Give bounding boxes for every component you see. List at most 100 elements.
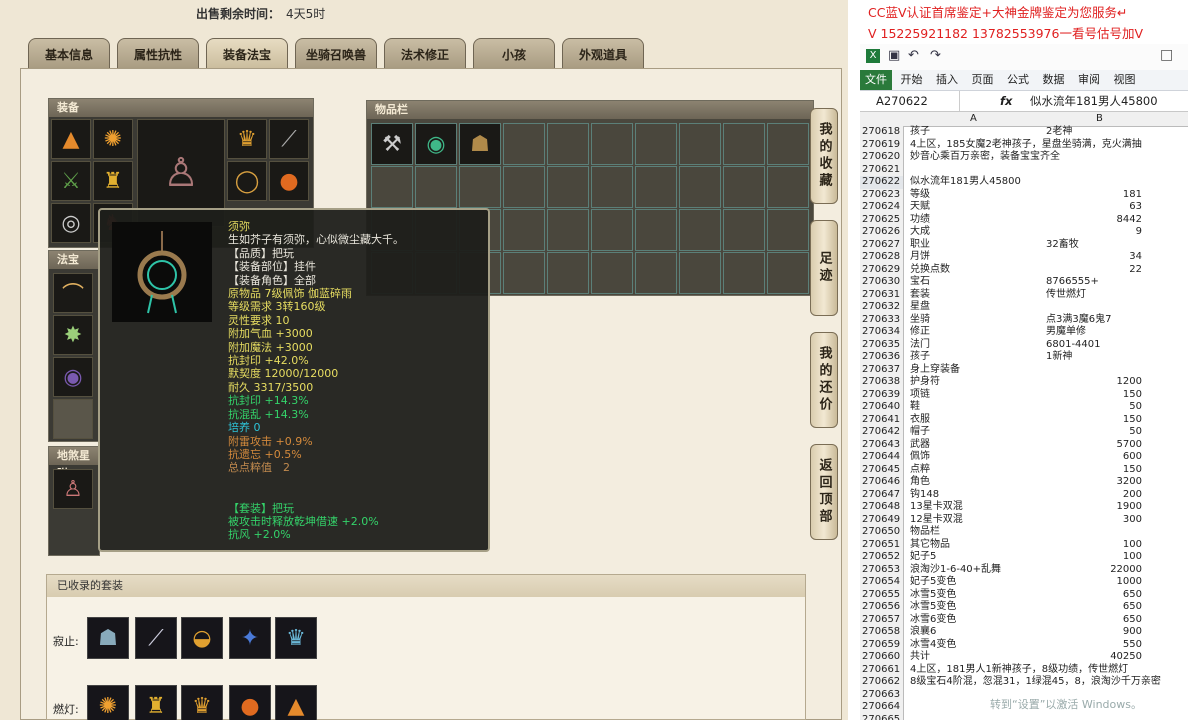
tab-appearance[interactable]: 外观道具 <box>562 38 644 68</box>
row-number[interactable]: 270654 <box>860 576 904 589</box>
my-favorites-button[interactable]: 我的收藏 <box>810 108 838 204</box>
inventory-slot[interactable] <box>591 123 633 165</box>
inventory-slot[interactable]: ◉ <box>415 123 457 165</box>
cell-a[interactable]: 妃子5变色 <box>910 576 1044 589</box>
row-number[interactable]: 270647 <box>860 488 904 501</box>
weapon-slot[interactable]: ⚔ <box>51 161 91 201</box>
row-number[interactable]: 270657 <box>860 613 904 626</box>
inventory-slot[interactable] <box>679 123 721 165</box>
row-number[interactable]: 270640 <box>860 401 904 414</box>
cell-b[interactable]: 34 <box>1046 251 1142 264</box>
inventory-slot[interactable] <box>767 252 809 294</box>
fabao-slot-2[interactable]: ✸ <box>53 315 93 355</box>
cell-b[interactable]: 900 <box>1046 626 1142 639</box>
cell-b[interactable]: 传世燃灯 <box>1046 289 1142 302</box>
cell-b[interactable]: 5700 <box>1046 439 1142 452</box>
tab-child[interactable]: 小孩 <box>473 38 555 68</box>
helmet-slot[interactable]: ▲ <box>51 119 91 159</box>
cell-a[interactable]: 似水流年181男人45800 <box>910 176 1044 189</box>
row-number[interactable]: 270653 <box>860 563 904 576</box>
cell-a[interactable]: 等级 <box>910 189 1044 202</box>
suit-item[interactable]: ✺ <box>87 685 129 720</box>
row-number[interactable]: 270620 <box>860 151 904 164</box>
cell-b[interactable]: 150 <box>1046 414 1142 427</box>
inventory-slot[interactable] <box>767 209 809 251</box>
row-number[interactable]: 270624 <box>860 201 904 214</box>
cell-a[interactable]: 职业 <box>910 239 1044 252</box>
ring-slot[interactable]: ◯ <box>227 161 267 201</box>
redo-icon[interactable]: ↷ <box>930 48 941 63</box>
cell-a[interactable]: 孩子 <box>910 126 1044 139</box>
cell-a[interactable]: 浪襄6 <box>910 626 1044 639</box>
cell-a[interactable]: 佩饰 <box>910 451 1044 464</box>
cell-a[interactable]: 兑换点数 <box>910 264 1044 277</box>
fabao-slot-1[interactable]: ⌒ <box>53 273 93 313</box>
maximize-icon[interactable]: □ <box>1160 47 1173 63</box>
cell-b[interactable]: 650 <box>1046 589 1142 602</box>
row-number[interactable]: 270621 <box>860 163 904 176</box>
cell-a[interactable]: 角色 <box>910 476 1044 489</box>
row-number[interactable]: 270648 <box>860 501 904 514</box>
cell-a[interactable]: 冰雪6变色 <box>910 614 1044 627</box>
cell-a[interactable]: 天赋 <box>910 201 1044 214</box>
row-number[interactable]: 270638 <box>860 376 904 389</box>
inventory-slot[interactable] <box>723 123 765 165</box>
cell-b[interactable]: 8766555+ <box>1046 276 1142 289</box>
pendant-slot[interactable]: ◎ <box>51 203 91 243</box>
row-number[interactable]: 270643 <box>860 438 904 451</box>
ribbon-tab-data[interactable]: 数据 <box>1038 70 1070 90</box>
inventory-slot[interactable] <box>459 166 501 208</box>
row-number[interactable]: 270663 <box>860 688 904 701</box>
cell-a[interactable]: 浪淘沙1-6-40+乱舞 <box>910 564 1044 577</box>
cell-a[interactable]: 身上穿装备 <box>910 364 1044 377</box>
row-number[interactable]: 270632 <box>860 301 904 314</box>
inventory-slot[interactable] <box>503 166 545 208</box>
inventory-slot[interactable] <box>767 166 809 208</box>
ribbon-tab-file[interactable]: 文件 <box>860 70 892 90</box>
row-number[interactable]: 270627 <box>860 238 904 251</box>
cell-b[interactable]: 男魔单修 <box>1046 326 1142 339</box>
cell-b[interactable]: 50 <box>1046 426 1142 439</box>
row-number[interactable]: 270646 <box>860 476 904 489</box>
inventory-slot[interactable] <box>635 166 677 208</box>
cell-b[interactable]: 100 <box>1046 551 1142 564</box>
suit-item[interactable]: ☗ <box>87 617 129 659</box>
cell-a[interactable]: 武器 <box>910 439 1044 452</box>
inventory-slot[interactable] <box>591 209 633 251</box>
cell-b[interactable]: 650 <box>1046 601 1142 614</box>
fabao-slot-4[interactable] <box>53 399 93 439</box>
row-number[interactable]: 270660 <box>860 651 904 664</box>
cell-b[interactable]: 550 <box>1046 639 1142 652</box>
tab-basic-info[interactable]: 基本信息 <box>28 38 110 68</box>
accessory-slot-1[interactable]: ♛ <box>227 119 267 159</box>
inventory-slot[interactable] <box>635 209 677 251</box>
cell-b[interactable]: 181 <box>1046 189 1142 202</box>
cell-a[interactable]: 护身符 <box>910 376 1044 389</box>
cell-b[interactable]: 50 <box>1046 401 1142 414</box>
inventory-slot[interactable] <box>679 209 721 251</box>
cell-a[interactable]: 12星卡双混 <box>910 514 1044 527</box>
row-number[interactable]: 270633 <box>860 313 904 326</box>
inventory-slot[interactable] <box>723 252 765 294</box>
crown-slot[interactable]: ✺ <box>93 119 133 159</box>
cell-b[interactable]: 22 <box>1046 264 1142 277</box>
cell-a[interactable]: 修正 <box>910 326 1044 339</box>
row-number[interactable]: 270655 <box>860 588 904 601</box>
row-number[interactable]: 270618 <box>860 126 904 139</box>
cell-b[interactable]: 650 <box>1046 614 1142 627</box>
cell-a[interactable]: 衣服 <box>910 414 1044 427</box>
row-number[interactable]: 270661 <box>860 663 904 676</box>
cell-a[interactable]: 13星卡双混 <box>910 501 1044 514</box>
row-number[interactable]: 270637 <box>860 363 904 376</box>
amulet-slot[interactable]: ● <box>269 161 309 201</box>
row-number[interactable]: 270619 <box>860 138 904 151</box>
row-number[interactable]: 270635 <box>860 338 904 351</box>
inventory-slot[interactable] <box>547 123 589 165</box>
cell-a[interactable]: 妙音心乘百万亲密，装备宝宝齐全 <box>910 151 1060 164</box>
footprint-button[interactable]: 足迹 <box>810 220 838 316</box>
cell-a[interactable]: 4上区，181男人1新神孩子，8级功绩，传世燃灯 <box>910 664 1128 677</box>
row-number[interactable]: 270662 <box>860 676 904 689</box>
cell-a[interactable]: 帽子 <box>910 426 1044 439</box>
inventory-slot[interactable]: ☗ <box>459 123 501 165</box>
inventory-slot[interactable]: ⚒ <box>371 123 413 165</box>
